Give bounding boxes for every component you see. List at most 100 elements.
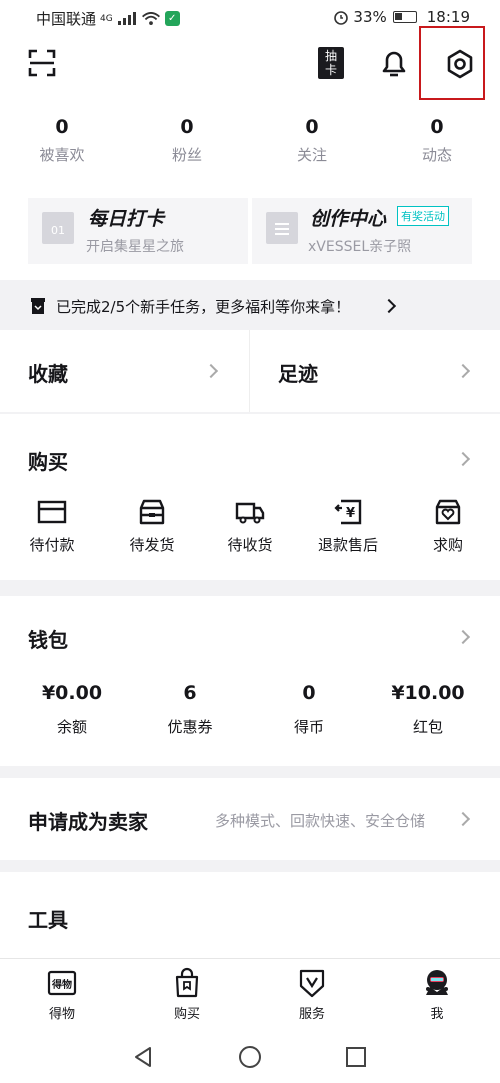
nav-me[interactable]: 我	[387, 967, 487, 1022]
battery-icon	[392, 11, 417, 23]
purchase-item-label: 待付款	[29, 536, 75, 554]
chevron-right-icon	[455, 811, 471, 827]
stat-posts[interactable]: 0 动态	[387, 116, 487, 165]
chevron-right-icon	[381, 298, 397, 314]
wallet-value: ¥0.00	[41, 682, 103, 704]
network-type: 4G	[100, 13, 113, 24]
avatar-icon	[426, 970, 448, 995]
calendar-icon: 01	[42, 212, 74, 244]
coupon-item[interactable]: 6 优惠券	[130, 682, 250, 737]
stat-following[interactable]: 0 关注	[262, 116, 362, 165]
wifi-icon	[141, 12, 160, 25]
divider	[249, 330, 250, 412]
red-packet-item[interactable]: ¥10.00 红包	[368, 682, 488, 737]
wallet-title[interactable]: 钱包	[28, 624, 68, 653]
wallet-value: ¥10.00	[391, 682, 465, 704]
battery-percent: 33%	[353, 8, 387, 26]
chevron-right-icon	[455, 629, 471, 645]
bag-heart-icon	[435, 499, 461, 525]
nav-buy[interactable]: 购买	[137, 967, 237, 1022]
chevron-right-icon	[455, 363, 471, 379]
nav-label: 服务	[298, 1007, 325, 1022]
signal-icon	[117, 12, 136, 25]
purchase-item-label: 退款售后	[317, 536, 378, 554]
gift-icon	[31, 298, 45, 314]
profile-stats: 0 被喜欢 0 粉丝 0 关注 0 动态	[0, 104, 500, 184]
svg-text:¥: ¥	[346, 506, 355, 521]
creator-title: 创作中心	[310, 208, 387, 230]
shopping-bag-icon	[175, 967, 199, 998]
wallet-label: 优惠券	[167, 718, 213, 736]
pending-payment-button[interactable]: 待付款	[2, 498, 102, 555]
document-lines-icon	[275, 223, 289, 235]
tools-title: 工具	[28, 908, 68, 932]
box-icon	[139, 499, 165, 525]
stat-value: 0	[305, 116, 319, 138]
purchase-title[interactable]: 购买	[28, 446, 68, 475]
purchase-item-label: 待发货	[129, 536, 175, 554]
scan-icon[interactable]	[28, 49, 56, 77]
wallet-label: 余额	[56, 718, 87, 736]
want-to-buy-button[interactable]: 求购	[398, 498, 498, 555]
stat-label: 被喜欢	[39, 146, 85, 164]
stat-label: 粉丝	[171, 146, 202, 164]
seller-title: 申请成为卖家	[28, 810, 148, 834]
wallet-label: 得币	[293, 718, 324, 736]
service-shield-icon	[299, 969, 325, 998]
tools-section: 工具	[0, 872, 500, 962]
clock-time: 18:19	[426, 8, 470, 26]
chevron-right-icon	[455, 451, 471, 467]
draw-card-icon[interactable]: 抽卡	[318, 47, 344, 79]
document-icon	[266, 212, 298, 244]
pending-shipment-button[interactable]: 待发货	[102, 498, 202, 555]
refund-icon: ¥	[334, 499, 362, 525]
stat-likes[interactable]: 0 被喜欢	[12, 116, 112, 165]
checkin-subtitle: 开启集星星之旅	[86, 239, 184, 255]
svg-text:得物: 得物	[51, 978, 72, 991]
home-icon[interactable]	[238, 1045, 262, 1069]
calendar-day: 01	[51, 224, 65, 237]
dewu-logo-icon: 得物	[47, 970, 77, 996]
nav-label: 得物	[48, 1007, 75, 1022]
reward-badge: 有奖活动	[397, 206, 449, 226]
purchase-section: 购买 待付款 待发货 待收货 ¥ 退款售后 求购	[0, 414, 500, 580]
stat-value: 0	[430, 116, 444, 138]
wallet-label: 红包	[412, 718, 443, 736]
wallet-value: 6	[183, 682, 197, 704]
pending-receipt-button[interactable]: 待收货	[200, 498, 300, 555]
recent-apps-icon[interactable]	[345, 1046, 367, 1068]
stat-fans[interactable]: 0 粉丝	[137, 116, 237, 165]
feature-cards: 01 每日打卡 开启集星星之旅 创作中心 有奖活动 xVESSEL亲子照	[0, 184, 500, 280]
coins-item[interactable]: 0 得币	[249, 682, 369, 737]
stat-value: 0	[55, 116, 69, 138]
card-icon	[37, 500, 67, 524]
become-seller-row[interactable]: 申请成为卖家 多种模式、回款快速、安全仓储	[0, 778, 500, 860]
draw-card-label: 抽卡	[324, 49, 337, 77]
wallet-value: 0	[302, 682, 316, 704]
app-notification-icon: ✓	[164, 11, 180, 26]
back-icon[interactable]	[132, 1046, 154, 1068]
daily-checkin-card[interactable]: 01 每日打卡 开启集星星之旅	[28, 198, 248, 264]
footprint-link[interactable]: 足迹	[278, 358, 318, 387]
balance-item[interactable]: ¥0.00 余额	[12, 682, 132, 737]
settings-highlight-box	[419, 26, 485, 100]
stat-label: 动态	[421, 146, 452, 164]
profile-page: 中国联通 4G ✓ 33% 18:19 抽卡 0 被喜欢 0 粉丝 0 关注 0…	[0, 0, 500, 1083]
favorites-row: 收藏 足迹	[0, 330, 500, 412]
alarm-icon	[334, 11, 349, 25]
refund-aftersale-button[interactable]: ¥ 退款售后	[298, 498, 398, 555]
checkin-title: 每日打卡	[88, 208, 165, 230]
nav-service[interactable]: 服务	[262, 967, 362, 1022]
nav-label: 我	[430, 1007, 444, 1022]
task-progress-text: 已完成2/5个新手任务，更多福利等你来拿！	[56, 298, 351, 316]
nav-dewu[interactable]: 得物 得物	[12, 967, 112, 1022]
favorites-link[interactable]: 收藏	[28, 358, 68, 387]
newbie-task-bar[interactable]: 已完成2/5个新手任务，更多福利等你来拿！	[0, 284, 500, 328]
seller-subtitle: 多种模式、回款快速、安全仓储	[215, 812, 426, 830]
nav-label: 购买	[173, 1007, 200, 1022]
stat-value: 0	[180, 116, 194, 138]
creator-center-card[interactable]: 创作中心 有奖活动 xVESSEL亲子照	[252, 198, 472, 264]
stat-label: 关注	[296, 146, 327, 164]
bell-icon[interactable]	[378, 47, 410, 79]
wallet-section: 钱包 ¥0.00 余额 6 优惠券 0 得币 ¥10.00 红包	[0, 596, 500, 766]
